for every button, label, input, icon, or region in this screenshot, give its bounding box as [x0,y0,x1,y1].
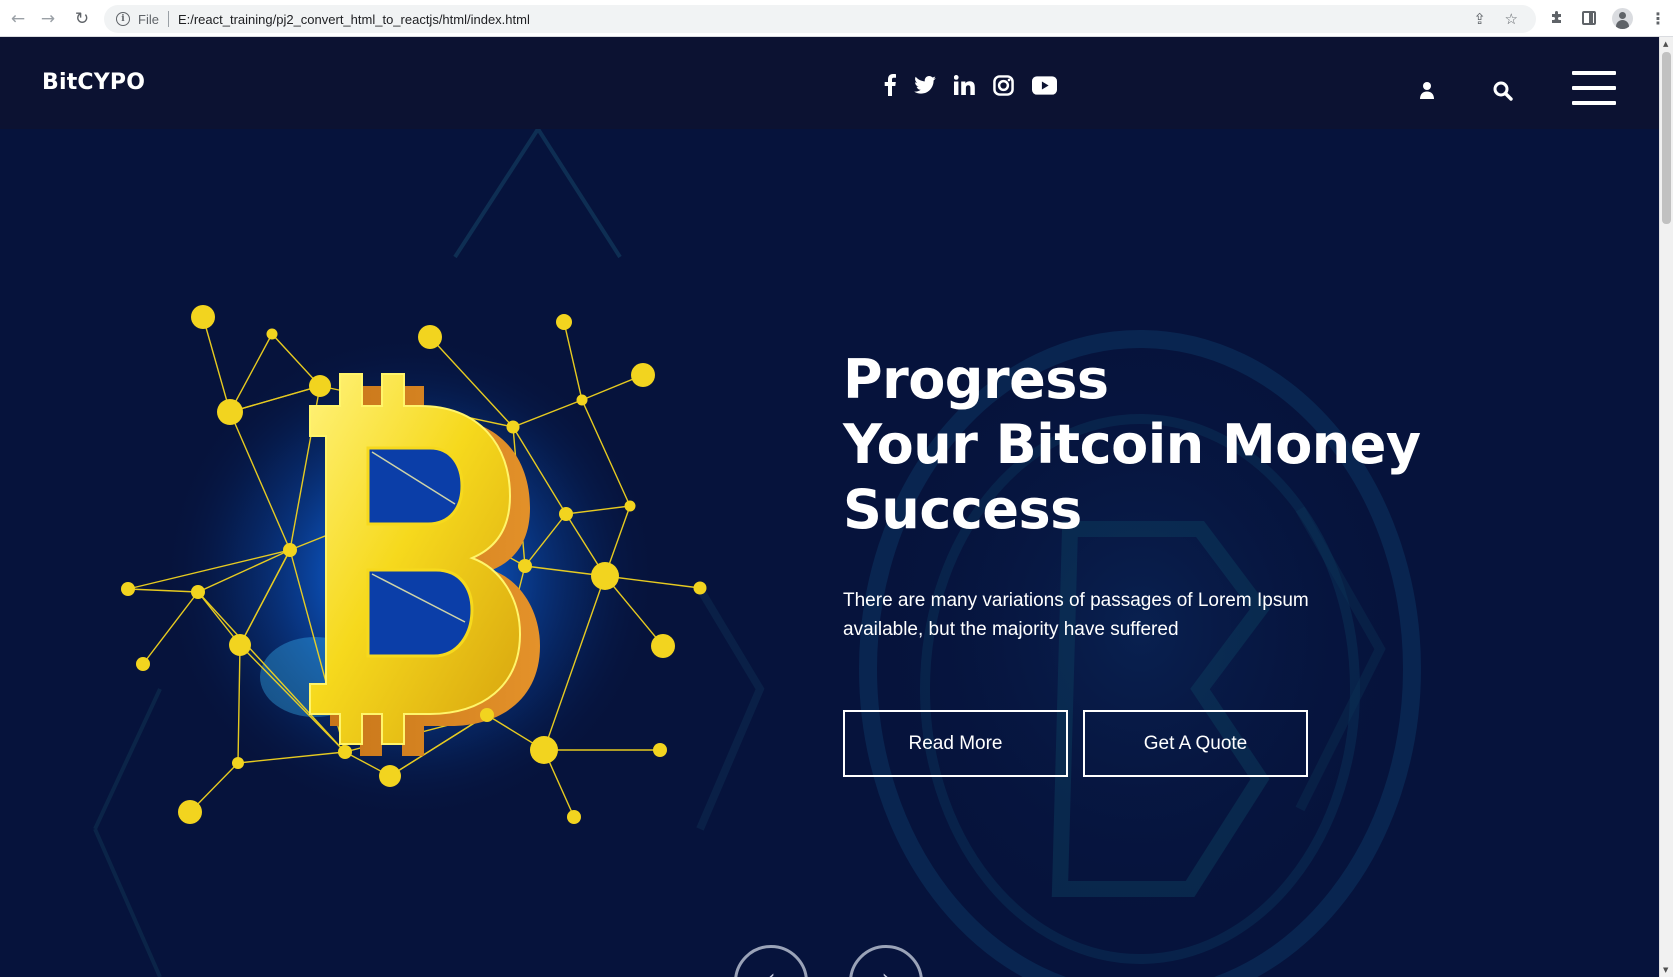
page-scrollbar[interactable]: ▲ ▼ [1659,37,1673,977]
scroll-down-icon[interactable]: ▼ [1663,966,1668,974]
hero-title-line-2: Your Bitcoin Money [843,413,1421,476]
hero-title: Progress Your Bitcoin Money Success [843,347,1463,542]
read-more-button[interactable]: Read More [843,710,1068,777]
hero-title-line-3: Success [843,478,1082,541]
get-a-quote-button[interactable]: Get A Quote [1083,710,1308,777]
forward-icon[interactable]: → [38,9,58,29]
site-logo[interactable]: BitCYPO [42,70,145,95]
extensions-icon[interactable] [1549,9,1565,29]
hamburger-menu-icon[interactable] [1572,71,1616,105]
address-separator [167,11,169,27]
share-icon[interactable]: ⇪ [1473,10,1486,28]
menu-icon[interactable]: ⋮ [1650,9,1666,28]
page-viewport: BitCYPO Progress Your Bitcoin Money Succ… [0,37,1673,977]
profile-icon[interactable] [1612,8,1633,29]
site-header: BitCYPO [0,37,1659,129]
address-bar[interactable]: i File E:/react_training/pj2_convert_htm… [104,5,1536,33]
back-icon[interactable]: ← [8,9,28,29]
search-icon[interactable] [1493,81,1513,101]
hero-title-line-1: Progress [843,348,1109,411]
info-icon[interactable]: i [116,12,130,26]
chevron-left-icon: ‹ [767,966,776,977]
scheme-label: File [138,11,159,27]
reload-icon[interactable]: ↻ [72,9,92,29]
social-links [884,71,1057,99]
side-panel-icon[interactable] [1582,11,1596,25]
scrollbar-thumb[interactable] [1662,52,1671,224]
star-icon[interactable]: ☆ [1505,10,1518,28]
url-text[interactable]: E:/react_training/pj2_convert_html_to_re… [178,12,530,27]
bitcoin-network-illustration [121,305,707,824]
linkedin-icon[interactable] [954,72,975,98]
youtube-icon[interactable] [1032,72,1057,98]
facebook-icon[interactable] [884,72,896,98]
browser-toolbar: ← → ↻ i File E:/react_training/pj2_conve… [0,0,1673,37]
instagram-icon[interactable] [993,72,1014,98]
twitter-icon[interactable] [914,72,936,98]
chevron-right-icon: › [882,966,891,977]
scroll-up-icon[interactable]: ▲ [1663,40,1668,48]
hero-description: There are many variations of passages of… [843,590,1309,640]
user-icon[interactable] [1418,81,1436,99]
